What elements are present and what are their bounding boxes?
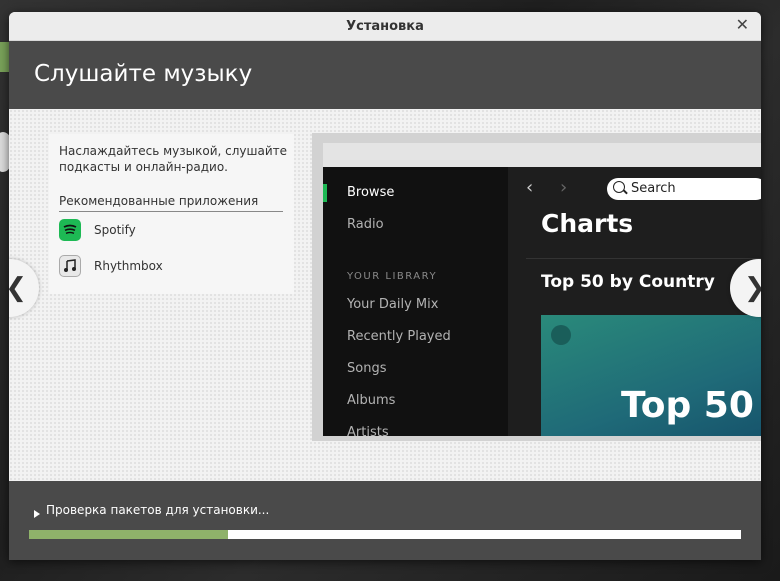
- expand-details-icon[interactable]: [34, 510, 40, 518]
- divider: [59, 211, 283, 212]
- divider: [526, 258, 761, 259]
- previous-slide-button[interactable]: ❮: [9, 259, 39, 317]
- close-icon[interactable]: ✕: [736, 15, 749, 34]
- section-heading: Top 50 by Country: [541, 272, 715, 292]
- chevron-right-icon: ❯: [744, 273, 761, 303]
- titlebar: Установка ✕: [9, 12, 761, 41]
- app-item-spotify[interactable]: Spotify: [59, 217, 136, 243]
- search-placeholder: Search: [631, 181, 676, 196]
- sidebar-item-songs: Songs: [347, 361, 387, 376]
- spotify-icon: [551, 325, 571, 345]
- spotify-main: ‹ › Search Charts Top 50 by Country Top …: [508, 167, 761, 436]
- chevron-left-icon: ‹: [526, 177, 534, 198]
- sidebar-item-browse: Browse: [347, 185, 395, 200]
- sidebar-item-recently-played: Recently Played: [347, 329, 451, 344]
- spotify-screenshot: Browse Radio YOUR LIBRARY Your Daily Mix…: [323, 143, 761, 436]
- window-title: Установка: [346, 19, 424, 34]
- music-note-icon: [59, 255, 81, 277]
- recommended-apps-title: Рекомендованные приложения: [59, 194, 259, 208]
- progress-footer: Проверка пакетов для установки...: [9, 481, 761, 560]
- progress-fill: [29, 530, 229, 539]
- sidebar-item-daily-mix: Your Daily Mix: [347, 297, 439, 312]
- app-name: Rhythmbox: [94, 259, 163, 273]
- installer-window: Установка ✕ Слушайте музыку Наслаждайтес…: [9, 12, 761, 560]
- app-name: Spotify: [94, 223, 136, 237]
- screenshot-titlebar: [323, 143, 761, 167]
- spotify-sidebar: Browse Radio YOUR LIBRARY Your Daily Mix…: [323, 167, 508, 436]
- search-icon: [613, 181, 625, 193]
- page-title: Слушайте музыку: [34, 61, 253, 87]
- chevron-right-icon: ›: [560, 177, 568, 198]
- playlist-tile: Top 50: [541, 315, 761, 436]
- slide-content: Наслаждайтесь музыкой, слушайте подкасты…: [9, 109, 761, 481]
- status-text: Проверка пакетов для установки...: [46, 503, 270, 517]
- page-header: Слушайте музыку: [9, 41, 761, 109]
- tile-text: Top 50: [621, 385, 754, 426]
- progress-bar: [29, 530, 741, 539]
- sidebar-item-albums: Albums: [347, 393, 396, 408]
- library-label: YOUR LIBRARY: [347, 271, 438, 282]
- info-panel: Наслаждайтесь музыкой, слушайте подкасты…: [49, 134, 294, 294]
- search-input: Search: [607, 178, 761, 200]
- active-indicator: [323, 184, 327, 202]
- spotify-icon: [59, 219, 81, 241]
- sidebar-item-radio: Radio: [347, 217, 384, 232]
- sidebar-item-artists: Artists: [347, 425, 389, 436]
- app-item-rhythmbox[interactable]: Rhythmbox: [59, 253, 163, 279]
- slide-description: Наслаждайтесь музыкой, слушайте подкасты…: [59, 144, 288, 174]
- charts-heading: Charts: [541, 209, 634, 238]
- chevron-left-icon: ❮: [9, 273, 27, 303]
